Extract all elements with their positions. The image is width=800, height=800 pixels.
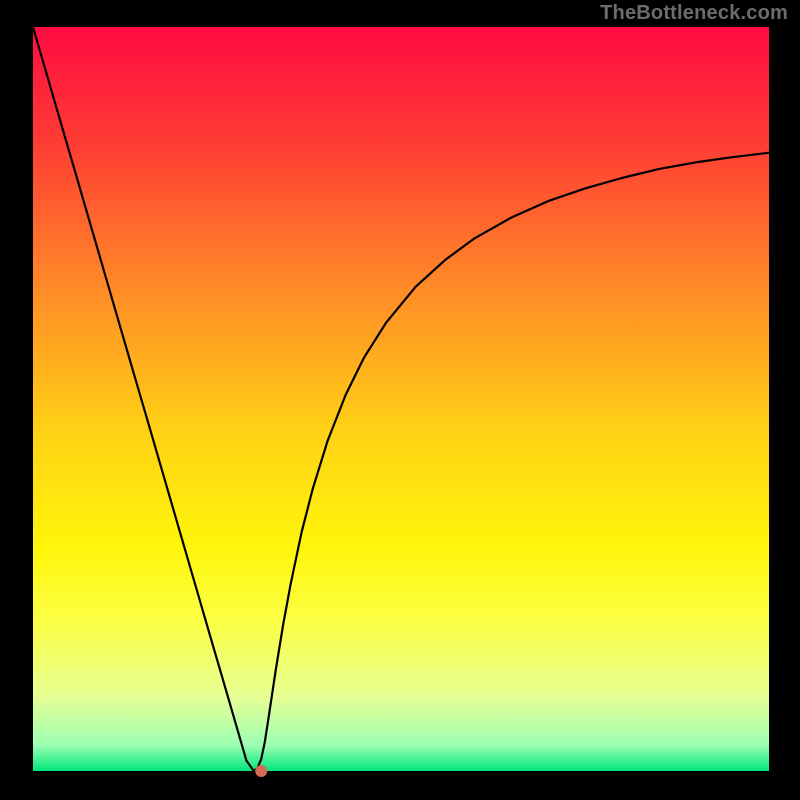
- optimum-marker: [255, 765, 267, 777]
- chart-container: TheBottleneck.com: [0, 0, 800, 800]
- plot-background: [33, 27, 769, 771]
- bottleneck-chart: [0, 0, 800, 800]
- watermark-text: TheBottleneck.com: [600, 2, 788, 25]
